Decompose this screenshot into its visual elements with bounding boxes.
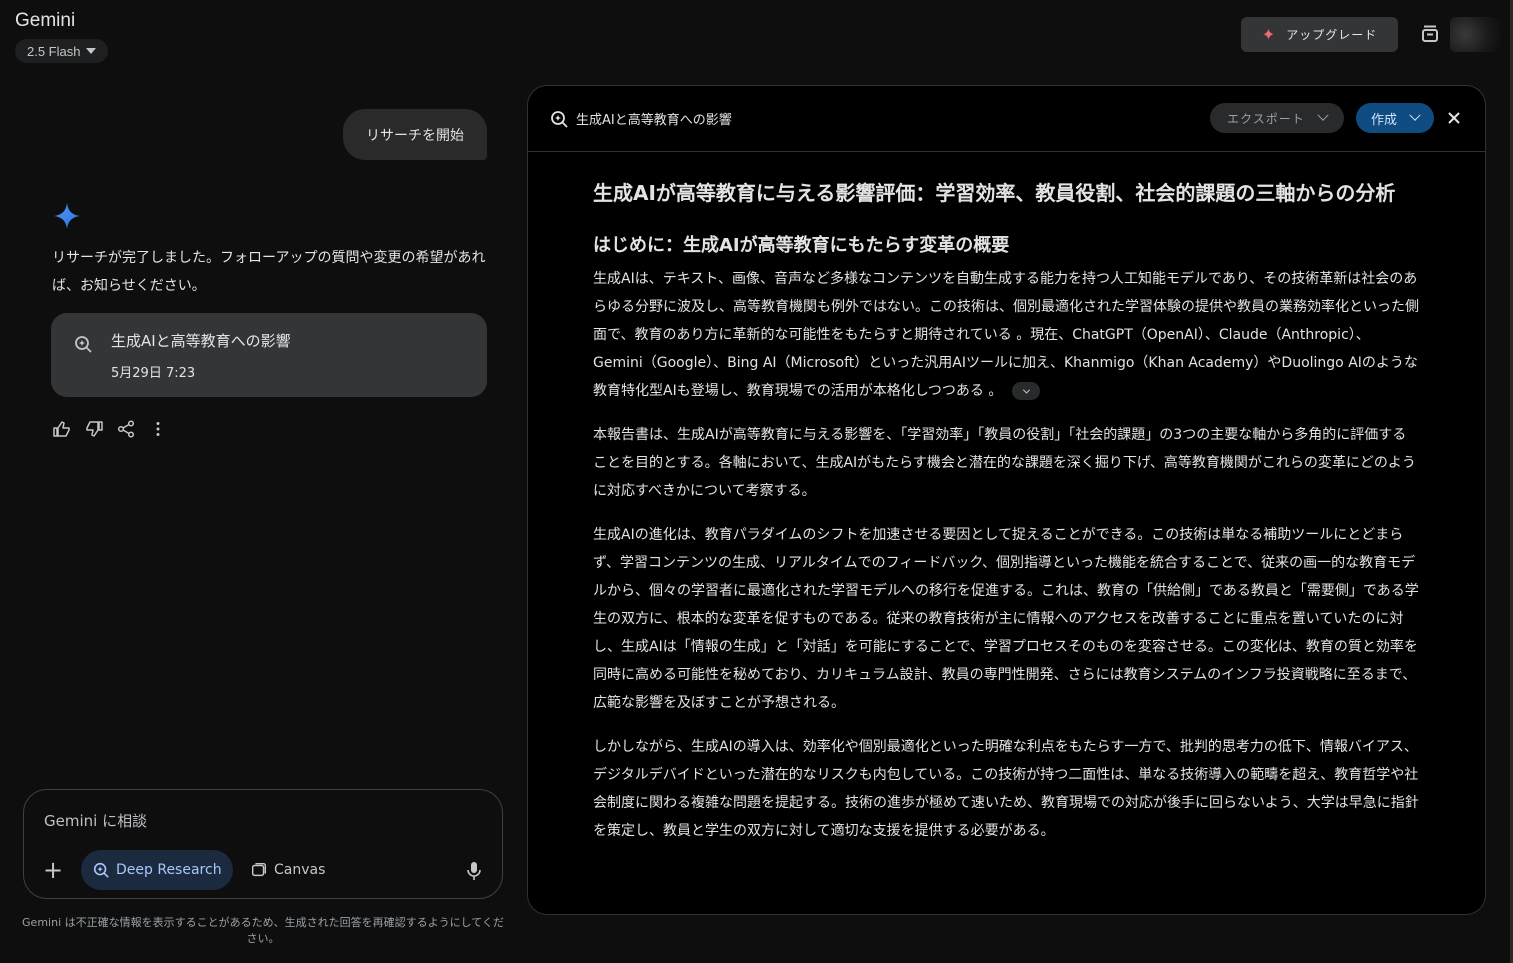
paragraph: 本報告書は、生成AIが高等教育に与える影響を、「学習効率」「教員の役割」「社会的…	[593, 427, 1416, 499]
avatar[interactable]	[1450, 17, 1500, 52]
document-body: 生成AIが高等教育に与える影響評価：学習効率、教員役割、社会的課題の三軸からの分…	[593, 152, 1419, 845]
paragraph: 生成AIの進化は、教育パラダイムのシフトを加速させる要因として捉えることができる…	[593, 527, 1419, 711]
expand-sources-button[interactable]	[1012, 382, 1041, 400]
export-button[interactable]: エクスポート	[1210, 103, 1344, 133]
more-vert-icon[interactable]	[148, 419, 168, 439]
deep-research-icon	[93, 862, 109, 878]
deep-research-chip[interactable]: Deep Research	[81, 850, 233, 890]
paragraph-text: 生成AIは、テキスト、画像、音声など多様なコンテンツを自動生成する能力を持つ人工…	[593, 271, 1419, 399]
section-heading: はじめに：生成AIが高等教育にもたらす変革の概要	[593, 235, 1010, 256]
document-title: 生成AIが高等教育に与える影響評価：学習効率、教員役割、社会的課題の三軸からの分…	[593, 181, 1396, 205]
response-actions	[52, 419, 168, 439]
sparkle-icon: ✦	[1261, 25, 1277, 44]
microphone-icon[interactable]	[466, 861, 482, 881]
model-label: 2.5 Flash	[27, 43, 81, 59]
prompt-composer[interactable]: Gemini に相談 + Deep Research Canvas	[23, 789, 503, 899]
thumbs-down-icon[interactable]	[84, 419, 104, 439]
app-brand: Gemini	[15, 10, 76, 31]
export-label: エクスポート	[1227, 111, 1305, 126]
model-selector[interactable]: 2.5 Flash	[15, 39, 109, 63]
gemini-sparkle-icon	[54, 203, 80, 229]
history-icon[interactable]	[1419, 22, 1441, 44]
create-label: 作成	[1370, 112, 1397, 128]
deep-research-label: Deep Research	[116, 862, 222, 878]
deep-research-icon	[75, 336, 92, 353]
canvas-icon	[251, 862, 267, 877]
create-button[interactable]: 作成	[1356, 103, 1434, 133]
canvas-chip[interactable]: Canvas	[242, 850, 333, 890]
thumbs-up-icon[interactable]	[52, 419, 72, 439]
caret-down-icon	[86, 48, 97, 54]
panel-title: 生成AIと高等教育への影響	[576, 113, 732, 128]
user-message: リサーチを開始	[343, 109, 487, 160]
deep-research-icon	[551, 111, 568, 128]
chevron-down-icon	[1317, 109, 1329, 121]
share-icon[interactable]	[116, 419, 136, 439]
research-panel: 生成AIと高等教育への影響 エクスポート 作成 生成AIが高等教育に与える影響評…	[527, 85, 1486, 915]
gemini-app: Gemini 2.5 Flash ✦ アップグレード リサーチを開始 リサーチが…	[0, 0, 1513, 963]
prompt-input[interactable]: Gemini に相談	[44, 810, 147, 831]
close-icon[interactable]	[1447, 111, 1461, 125]
chevron-down-icon	[1022, 386, 1030, 394]
add-icon[interactable]: +	[43, 858, 63, 882]
doc-card-title: 生成AIと高等教育への影響	[111, 332, 291, 350]
upgrade-button[interactable]: ✦ アップグレード	[1241, 17, 1398, 52]
chevron-down-icon	[1409, 109, 1421, 121]
canvas-label: Canvas	[274, 862, 326, 878]
paragraph: しかしながら、生成AIの導入は、効率化や個別最適化といった明確な利点をもたらす一…	[593, 739, 1419, 839]
panel-header: 生成AIと高等教育への影響 エクスポート 作成	[528, 86, 1485, 152]
assistant-reply: リサーチが完了しました。フォローアップの質問や変更の希望があれば、お知らせくださ…	[52, 250, 486, 294]
doc-card-date: 5月29日 7:23	[111, 366, 196, 381]
paragraph: 生成AIは、テキスト、画像、音声など多様なコンテンツを自動生成する能力を持つ人工…	[593, 265, 1419, 405]
upgrade-label: アップグレード	[1286, 28, 1378, 42]
research-doc-card[interactable]: 生成AIと高等教育への影響 5月29日 7:23	[51, 313, 487, 397]
disclaimer: Gemini は不正確な情報を表示することがあるため、生成された回答を再確認する…	[22, 916, 504, 945]
